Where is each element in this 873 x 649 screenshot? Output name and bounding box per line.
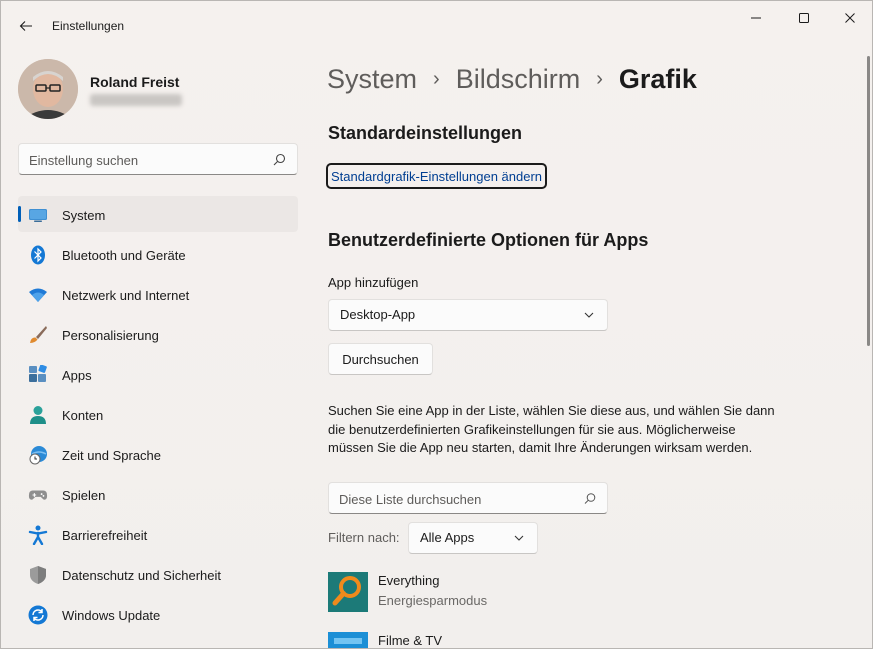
- maximize-button[interactable]: [781, 1, 827, 35]
- section-title-custom-options: Benutzerdefinierte Optionen für Apps: [328, 230, 649, 250]
- breadcrumb-display[interactable]: Bildschirm: [456, 64, 581, 95]
- section-title-defaults: Standardeinstellungen: [328, 123, 523, 143]
- sidebar-item-privacy-security[interactable]: Datenschutz und Sicherheit: [18, 556, 298, 592]
- globe-clock-icon: [28, 445, 48, 465]
- everything-app-icon: [328, 572, 368, 612]
- search-icon[interactable]: [271, 152, 287, 168]
- back-button[interactable]: [11, 11, 41, 41]
- settings-window: Einstellungen Roland Freist Einstellung …: [0, 0, 873, 649]
- sidebar-item-label: Konten: [62, 408, 104, 423]
- sidebar-item-time-language[interactable]: Zeit und Sprache: [18, 436, 298, 472]
- app-type-dropdown[interactable]: Desktop-App: [328, 299, 608, 331]
- app-name: Everything: [378, 573, 440, 588]
- sidebar-item-label: Apps: [62, 368, 92, 383]
- search-icon[interactable]: [583, 492, 597, 506]
- browse-button[interactable]: Durchsuchen: [328, 343, 433, 375]
- apps-icon: [28, 365, 48, 385]
- arrow-left-icon: [19, 21, 32, 31]
- description-text: Suchen Sie eine App in der Liste, wählen…: [328, 403, 775, 455]
- accessibility-icon: [28, 525, 48, 545]
- sidebar-item-label: System: [62, 208, 106, 223]
- close-icon: [845, 13, 855, 23]
- wifi-icon: [28, 285, 48, 305]
- scrollbar[interactable]: [867, 56, 870, 346]
- app-type-selected: Desktop-App: [340, 307, 416, 322]
- sidebar-item-windows-update[interactable]: Windows Update: [18, 596, 298, 632]
- profile-name: Roland Freist: [90, 74, 180, 90]
- maximize-icon: [799, 13, 809, 23]
- list-item[interactable]: Filme & TV: [328, 632, 778, 648]
- sidebar-item-label: Barrierefreiheit: [62, 528, 148, 543]
- sidebar-item-apps[interactable]: Apps: [18, 356, 298, 392]
- avatar-photo-icon: [18, 59, 78, 119]
- app-title: Einstellungen: [52, 19, 125, 33]
- close-button[interactable]: [827, 1, 872, 35]
- add-app-label: App hinzufügen: [328, 275, 419, 290]
- sidebar-item-label: Zeit und Sprache: [62, 448, 162, 463]
- shield-icon: [28, 565, 48, 585]
- sidebar-item-label: Spielen: [62, 488, 106, 503]
- app-list-search-box[interactable]: [328, 482, 608, 514]
- avatar[interactable]: [18, 59, 78, 119]
- profile-email-blurred: [90, 94, 182, 106]
- sidebar-item-label: Datenschutz und Sicherheit: [62, 568, 221, 583]
- chevron-down-icon: [514, 535, 524, 541]
- movies-tv-app-icon: [328, 632, 368, 648]
- app-name: Filme & TV: [378, 633, 443, 648]
- sidebar-item-label: Windows Update: [62, 608, 161, 623]
- sidebar-item-bluetooth[interactable]: Bluetooth und Geräte: [18, 236, 298, 272]
- sidebar-item-label: Netzwerk und Internet: [62, 288, 190, 303]
- update-icon: [28, 605, 48, 625]
- sidebar-item-system[interactable]: System: [18, 196, 298, 232]
- search-input[interactable]: [29, 151, 259, 169]
- list-item[interactable]: Everything Energiesparmodus: [328, 572, 778, 614]
- chevron-down-icon: [584, 312, 594, 318]
- title-bar: Einstellungen: [1, 1, 872, 49]
- sidebar-nav: System Bluetooth und Geräte Netzwerk und…: [18, 196, 298, 636]
- sidebar-item-personalization[interactable]: Personalisierung: [18, 316, 298, 352]
- sidebar-item-accounts[interactable]: Konten: [18, 396, 298, 432]
- breadcrumb-separator: ›: [596, 67, 603, 90]
- default-graphics-settings-link[interactable]: Standardgrafik-Einstellungen ändern: [326, 163, 548, 189]
- person-icon: [28, 405, 48, 425]
- breadcrumb-system[interactable]: System: [327, 64, 417, 95]
- breadcrumb-separator: ›: [433, 67, 440, 90]
- sidebar-item-label: Bluetooth und Geräte: [62, 248, 186, 263]
- brush-icon: [28, 325, 48, 345]
- filter-selected: Alle Apps: [420, 530, 475, 545]
- sidebar-item-gaming[interactable]: Spielen: [18, 476, 298, 512]
- settings-search-box[interactable]: [18, 143, 298, 175]
- breadcrumb: System › Bildschirm › Grafik: [327, 61, 697, 97]
- page-title: Grafik: [618, 63, 697, 94]
- sidebar-item-accessibility[interactable]: Barrierefreiheit: [18, 516, 298, 552]
- monitor-icon: [28, 205, 48, 225]
- active-indicator: [18, 206, 21, 222]
- sidebar-item-network[interactable]: Netzwerk und Internet: [18, 276, 298, 312]
- filter-dropdown[interactable]: Alle Apps: [408, 522, 538, 554]
- filter-label: Filtern nach:: [328, 530, 400, 545]
- minimize-button[interactable]: [733, 1, 779, 35]
- bluetooth-icon: [28, 245, 48, 265]
- gamepad-icon: [28, 485, 48, 505]
- list-search-input[interactable]: [339, 490, 569, 508]
- minimize-icon: [751, 17, 761, 19]
- app-graphics-mode: Energiesparmodus: [378, 593, 488, 608]
- sidebar-item-label: Personalisierung: [62, 328, 159, 343]
